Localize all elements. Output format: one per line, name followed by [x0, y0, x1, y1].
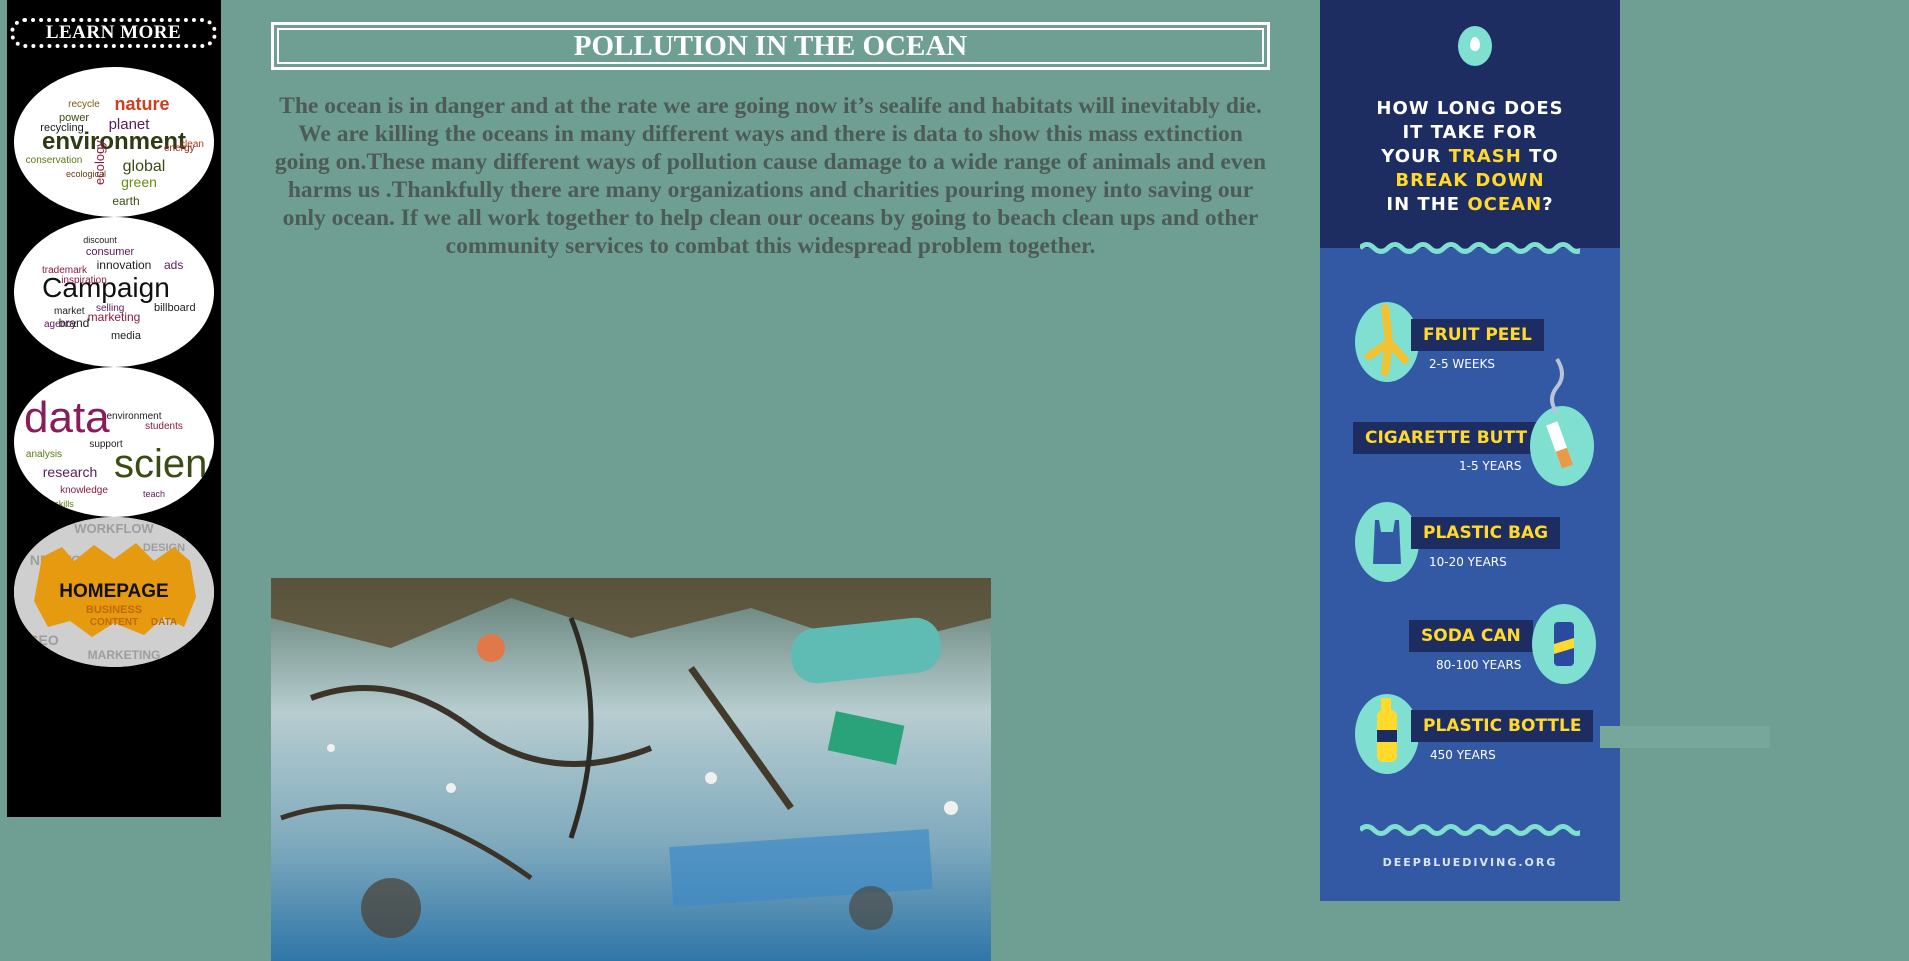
cloud-word: BUSINESS [86, 604, 142, 616]
intro-paragraph: The ocean is in danger and at the rate w… [274, 93, 1267, 259]
plastic-bag-label: PLASTIC BAG [1411, 517, 1561, 549]
plastic-bag-years: 10-20 YEARS [1429, 555, 1507, 569]
ocean-pollution-photo [271, 578, 991, 961]
question-text: TO [1521, 146, 1559, 167]
question-highlight: OCEAN [1467, 194, 1543, 215]
question-line: HOW LONG DOES [1320, 98, 1620, 119]
question-line: IN THE OCEAN? [1320, 194, 1620, 215]
cloud-word: green [121, 174, 157, 190]
cloud-word: recycling [40, 122, 83, 134]
cloud-word: billboard [154, 302, 196, 314]
cloud-word: students [145, 421, 183, 432]
cloud-word: SEO [29, 632, 59, 648]
environment-word-cloud-image: environment nature planet ecology global… [26, 94, 204, 208]
campaign-word-cloud-image: Campaign marketing innovation ads brand … [42, 235, 196, 342]
homepage-word-cloud-image: WORKFLOW NETWORK DESIGN HOMEPAGE BUSINES… [14, 517, 214, 667]
cloud-word: WORKFLOW [74, 521, 154, 536]
question-line: BREAK DOWN [1320, 170, 1620, 191]
cloud-word: planet [109, 116, 151, 133]
homepage-word-cloud-link[interactable]: WORKFLOW NETWORK DESIGN HOMEPAGE BUSINES… [14, 517, 214, 667]
cloud-word: conservation [26, 155, 83, 166]
soda-can-years: 80-100 YEARS [1436, 658, 1522, 672]
cloud-word: science [114, 442, 214, 486]
cloud-word: media [111, 330, 142, 342]
cloud-word: knowledge [60, 485, 108, 496]
cigarette-butt-label: CIGARETTE BUTT [1353, 422, 1540, 454]
question-text: IN THE [1386, 194, 1468, 215]
cloud-word: MARKETING [88, 648, 161, 662]
infographic-source: DEEPBLUEDIVING.ORG [1382, 856, 1558, 869]
cloud-word: consumer [86, 246, 135, 258]
cloud-word: ads [164, 258, 183, 272]
plastic-bag-icon [1355, 502, 1419, 582]
cloud-word: innovation [97, 258, 152, 272]
fruit-peel-label: FRUIT PEEL [1411, 319, 1544, 351]
cloud-word: analysis [26, 449, 62, 460]
homepage-label: HOMEPAGE [59, 581, 168, 602]
cloud-word: earth [112, 194, 139, 208]
data-science-word-cloud-image: data science research environment studen… [24, 393, 214, 509]
cloud-word: nature [114, 94, 169, 114]
cloud-word: agency [44, 319, 76, 330]
cloud-word: ecological [66, 169, 106, 179]
cloud-word: market [54, 306, 85, 317]
cloud-word: research [43, 464, 97, 480]
cigarette-icon [1530, 406, 1594, 486]
soda-can-icon [1532, 604, 1596, 684]
question-highlight: TRASH [1448, 146, 1522, 167]
question-highlight: BREAK DOWN [1395, 170, 1545, 191]
cloud-word: teach [143, 489, 165, 499]
cloud-word: support [89, 439, 123, 450]
faint-overlay [1600, 726, 1770, 748]
sidebar-nav: LEARN MORE environment nature planet eco… [7, 0, 221, 817]
environment-word-cloud-link[interactable]: environment nature planet ecology global… [14, 67, 214, 217]
plastic-bottle-icon [1355, 694, 1419, 774]
trash-breakdown-infographic: HOW LONG DOES IT TAKE FOR YOUR TRASH TO … [1320, 0, 1620, 901]
cloud-word: DATA [151, 617, 177, 628]
data-science-word-cloud-link[interactable]: data science research environment studen… [14, 367, 214, 517]
learn-more-button[interactable]: LEARN MORE [10, 18, 217, 48]
page-title-box: POLLUTION IN THE OCEAN [271, 22, 1270, 70]
cloud-word: skills [54, 499, 74, 509]
plastic-bottle-label: PLASTIC BOTTLE [1411, 710, 1594, 742]
soda-can-label: SODA CAN [1409, 620, 1533, 652]
wave-divider-icon [1360, 242, 1580, 254]
question-text: ? [1542, 194, 1554, 215]
cloud-word: discount [83, 235, 117, 245]
cloud-word: CONTENT [90, 617, 138, 628]
cloud-word: inspiration [61, 275, 107, 286]
water-drop-icon [1458, 26, 1492, 66]
banana-peel-icon [1355, 302, 1419, 382]
question-line: IT TAKE FOR [1320, 122, 1620, 143]
page-title: POLLUTION IN THE OCEAN [277, 28, 1264, 64]
cloud-word: clean [180, 139, 204, 150]
cigarette-butt-years: 1-5 YEARS [1459, 459, 1522, 473]
smoke-icon [1550, 357, 1564, 415]
question-line: YOUR TRASH TO [1320, 146, 1620, 167]
question-text: IT TAKE FOR [1402, 122, 1538, 143]
question-text: YOUR [1381, 146, 1449, 167]
cloud-word: recycle [68, 99, 100, 110]
fruit-peel-years: 2-5 WEEKS [1429, 357, 1495, 371]
cloud-word: data [24, 393, 110, 442]
plastic-bottle-years: 450 YEARS [1430, 748, 1496, 762]
cloud-word: trademark [42, 265, 88, 276]
campaign-word-cloud-link[interactable]: Campaign marketing innovation ads brand … [14, 217, 214, 367]
question-text: HOW LONG DOES [1376, 98, 1564, 119]
cloud-word: selling [96, 303, 124, 314]
cloud-word: global [123, 158, 166, 175]
wave-divider-icon [1360, 824, 1580, 836]
